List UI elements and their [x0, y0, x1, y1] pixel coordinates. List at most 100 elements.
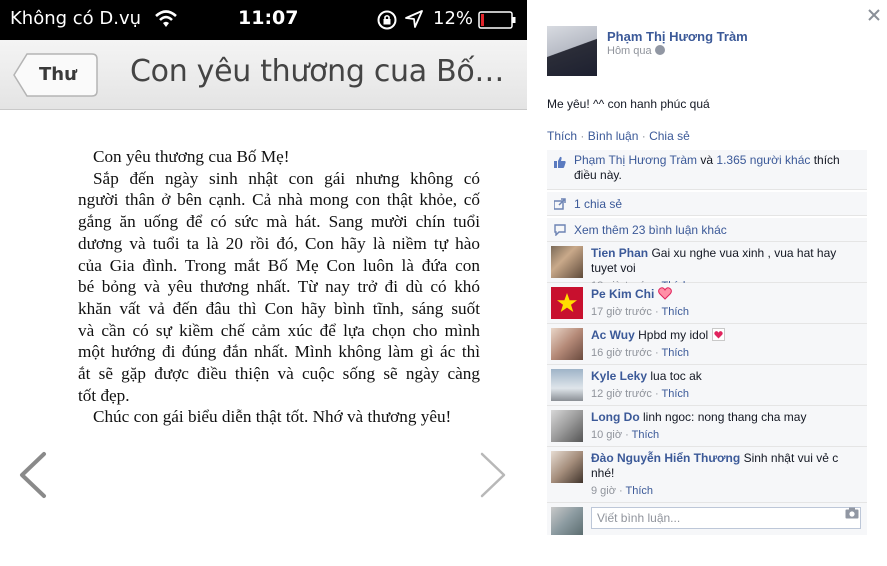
- comment-link[interactable]: Bình luận: [588, 129, 639, 143]
- comment-composer: Viết bình luận...: [547, 503, 867, 535]
- letter-line: Sắp đến ngày sinh nhật con gái nhưng khô…: [93, 168, 480, 188]
- letter-line: người thân ở bên cạnh. Cả nhà mong con t…: [78, 190, 480, 210]
- commenter-avatar[interactable]: [551, 369, 583, 401]
- comment-time[interactable]: 16 giờ trước: [591, 347, 652, 359]
- battery-percent: 12%: [433, 8, 474, 29]
- comment-like-link[interactable]: Thích: [662, 347, 690, 359]
- comment-body: Long Do linh ngoc: nong thang cha may 10 …: [547, 406, 867, 447]
- commenter-avatar[interactable]: [551, 246, 583, 278]
- next-arrow-icon[interactable]: [476, 450, 510, 500]
- letter-line: bé bỏng và yêu thương nhất. Từ nay trở đ…: [78, 277, 480, 297]
- feedback-box: Phạm Thị Hương Tràm và 1.365 người khác …: [547, 150, 867, 535]
- comment-body: Đào Nguyễn Hiển Thương Sinh nhật vui vẻ …: [547, 447, 867, 503]
- likes-others-link[interactable]: 1.365 người khác: [716, 153, 810, 167]
- author-avatar[interactable]: [547, 26, 597, 76]
- thumbs-up-icon: [554, 156, 566, 168]
- comment-meta: 12 giờ trước · Thích: [591, 387, 859, 402]
- letter-line: dương và tuổi ta là 20 rồi đó, Con hãy l…: [78, 233, 480, 253]
- commenter-avatar[interactable]: [551, 451, 583, 483]
- share-link[interactable]: Chia sẻ: [649, 129, 690, 143]
- commenter-name[interactable]: Ac Wuy: [591, 328, 635, 342]
- comment-input-placeholder: Viết bình luận...: [597, 511, 681, 525]
- letter-line: khăn vất vả đến đâu thì Con hãy bình tĩn…: [78, 298, 480, 318]
- comment-like-link[interactable]: Thích: [662, 306, 690, 318]
- carrier-label: Không có D.vụ: [10, 8, 142, 29]
- comment-like-link[interactable]: Thích: [662, 388, 690, 400]
- letter-line: gắng ăn uống để có sức mà hát. Sang mười…: [78, 212, 480, 232]
- comment-meta: 16 giờ trước · Thích: [591, 346, 859, 361]
- author-name[interactable]: Phạm Thị Hương Tràm: [607, 29, 748, 44]
- previous-arrow-icon[interactable]: [16, 450, 50, 500]
- facebook-post-panel: Phạm Thị Hương Tràm Hôm qua Me yêu! ^^ c…: [527, 0, 887, 566]
- commenter-name[interactable]: Đào Nguyễn Hiển Thương: [591, 451, 740, 465]
- letter-line: và cần có sự kiềm chế cảm xúc để lựa chọ…: [78, 320, 480, 340]
- letter-line: một hướng đi đúng đắn nhất. Mình không l…: [78, 342, 480, 362]
- comment-bubble-icon: [554, 224, 566, 236]
- comment-time[interactable]: 17 giờ trước: [591, 306, 652, 318]
- clock: 11:07: [238, 7, 299, 29]
- post-time: Hôm qua: [607, 45, 665, 57]
- commenter-avatar[interactable]: [551, 328, 583, 360]
- comment-item: Đào Nguyễn Hiển Thương Sinh nhật vui vẻ …: [547, 447, 867, 503]
- commenter-avatar[interactable]: [551, 410, 583, 442]
- separator: ·: [577, 129, 588, 143]
- rotation-lock-icon: [377, 10, 397, 30]
- comment-meta: 17 giờ trước · Thích: [591, 305, 859, 320]
- commenter-name[interactable]: Pe Kim Chi: [591, 287, 654, 301]
- status-bar: Không có D.vụ 11:07 12%: [0, 0, 527, 40]
- comment-meta: 9 giờ · Thích: [591, 484, 859, 499]
- comment-body: Kyle Leky lua toc ak 12 giờ trước · Thích: [547, 365, 867, 406]
- separator: ·: [638, 129, 650, 143]
- comment-list: Tien Phan Gai xu nghe vua xinh , vua hat…: [547, 242, 867, 503]
- comment-meta: 10 giờ · Thích: [591, 428, 859, 443]
- comment-item: Long Do linh ngoc: nong thang cha may 10 …: [547, 406, 867, 447]
- battery-icon: [478, 11, 516, 29]
- wifi-icon: [155, 10, 177, 27]
- globe-icon: [654, 45, 665, 55]
- liker-name[interactable]: Phạm Thị Hương Tràm: [574, 153, 697, 167]
- heart-icon: [711, 328, 726, 341]
- likes-and: và: [697, 153, 717, 167]
- comment-like-link[interactable]: Thích: [626, 485, 654, 497]
- comment-time[interactable]: 12 giờ trước: [591, 388, 652, 400]
- back-button[interactable]: Thư: [12, 52, 98, 98]
- view-more-comments[interactable]: Xem thêm 23 bình luận khác: [547, 218, 867, 242]
- comment-text: lua toc ak: [650, 369, 702, 383]
- comment-text: linh ngoc: nong thang cha may: [643, 410, 807, 424]
- heart-icon: [657, 287, 672, 300]
- comment-time[interactable]: 9 giờ: [591, 485, 616, 497]
- commenter-name[interactable]: Long Do: [591, 410, 640, 424]
- commenter-avatar[interactable]: [551, 287, 583, 319]
- photo-viewer: Không có D.vụ 11:07 12% Thư Con yêu thươ…: [0, 0, 527, 566]
- separator: ·: [651, 388, 662, 400]
- commenter-name[interactable]: Tien Phan: [591, 246, 648, 260]
- separator: ·: [651, 306, 662, 318]
- share-icon: [554, 198, 566, 210]
- star-icon: [557, 293, 577, 312]
- shares-summary: 1 chia sẻ: [547, 192, 867, 216]
- close-icon[interactable]: [867, 8, 881, 22]
- letter-line: Con yêu thương cua Bố Mẹ!: [93, 147, 290, 166]
- comment-like-link[interactable]: Thích: [632, 429, 660, 441]
- comment-item: Kyle Leky lua toc ak 12 giờ trước · Thích: [547, 365, 867, 406]
- back-button-label: Thư: [39, 64, 77, 85]
- shares-link[interactable]: 1 chia sẻ: [574, 197, 622, 211]
- letter-line: Chúc con gái biểu diễn thật tốt. Nhớ và …: [93, 407, 452, 427]
- comment-text: Hpbd my idol: [638, 328, 709, 342]
- like-link[interactable]: Thích: [547, 129, 577, 143]
- comment-input[interactable]: Viết bình luận...: [591, 507, 861, 529]
- composer-avatar: [551, 507, 583, 535]
- comment-item: Pe Kim Chi 17 giờ trước · Thích: [547, 283, 867, 324]
- post-time-label[interactable]: Hôm qua: [607, 45, 652, 57]
- post-actions: Thích · Bình luận · Chia sẻ: [547, 129, 690, 143]
- location-arrow-icon: [405, 10, 423, 28]
- nav-title: Con yêu thương cua Bố…: [130, 54, 505, 89]
- comment-body: Pe Kim Chi 17 giờ trước · Thích: [547, 283, 867, 324]
- comment-item: Tien Phan Gai xu nghe vua xinh , vua hat…: [547, 242, 867, 292]
- comment-time[interactable]: 10 giờ: [591, 429, 622, 441]
- separator: ·: [622, 429, 632, 441]
- commenter-name[interactable]: Kyle Leky: [591, 369, 647, 383]
- view-more-comments-link[interactable]: Xem thêm 23 bình luận khác: [574, 223, 727, 237]
- comment-item: Ac Wuy Hpbd my idol 16 giờ trước · Thích: [547, 324, 867, 365]
- camera-icon[interactable]: [845, 507, 859, 519]
